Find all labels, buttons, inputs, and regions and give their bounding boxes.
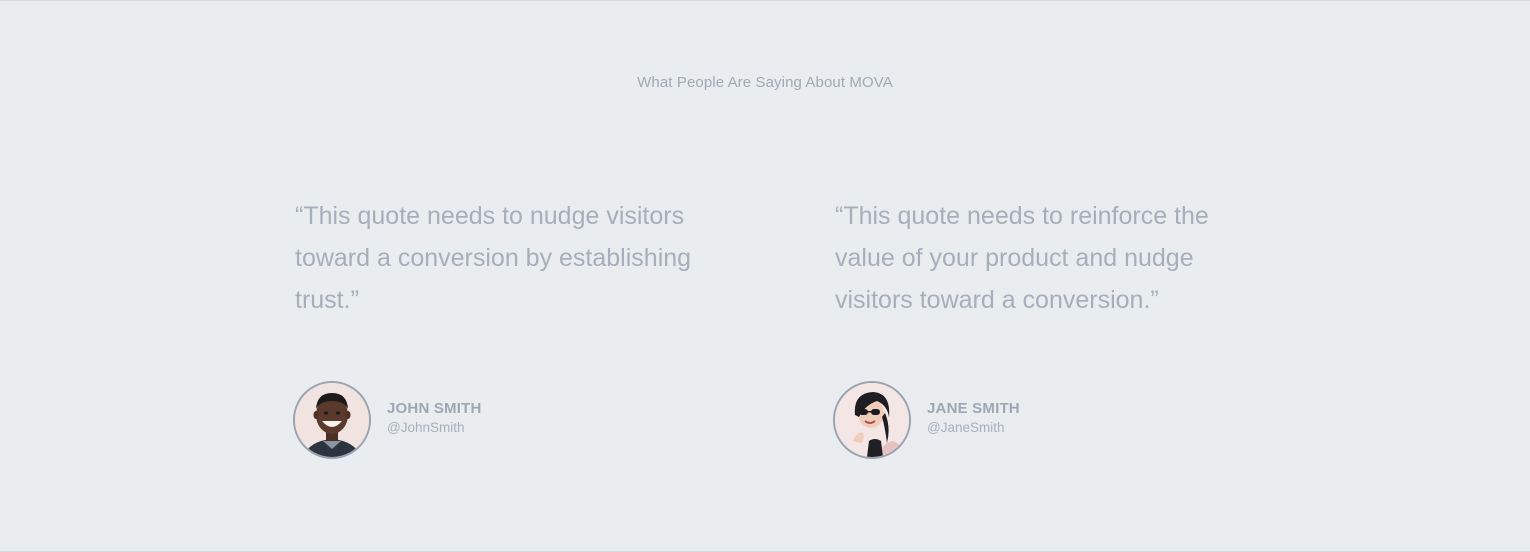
avatar (293, 381, 371, 459)
testimonial-card: “This quote needs to reinforce the value… (833, 195, 1275, 459)
section-heading: What People Are Saying About MOVA (637, 74, 893, 91)
testimonial-card: “This quote needs to nudge visitors towa… (293, 195, 735, 459)
author-name: JOHN SMITH (387, 400, 482, 417)
author-name: JANE SMITH (927, 400, 1020, 417)
testimonials-section: What People Are Saying About MOVA “This … (0, 0, 1530, 552)
avatar (833, 381, 911, 459)
avatar-photo-man-icon (295, 383, 369, 457)
author-handle: @JaneSmith (927, 420, 1005, 435)
author-info: JANE SMITH @JaneSmith (927, 399, 1020, 437)
author-handle: @JohnSmith (387, 420, 465, 435)
testimonial-author: JANE SMITH @JaneSmith (833, 381, 1020, 459)
testimonial-quote: “This quote needs to nudge visitors towa… (295, 202, 692, 314)
author-info: JOHN SMITH @JohnSmith (387, 399, 482, 437)
testimonial-quote: “This quote needs to reinforce the value… (835, 202, 1209, 314)
avatar-photo-woman-icon (835, 383, 909, 457)
testimonial-author: JOHN SMITH @JohnSmith (293, 381, 482, 459)
